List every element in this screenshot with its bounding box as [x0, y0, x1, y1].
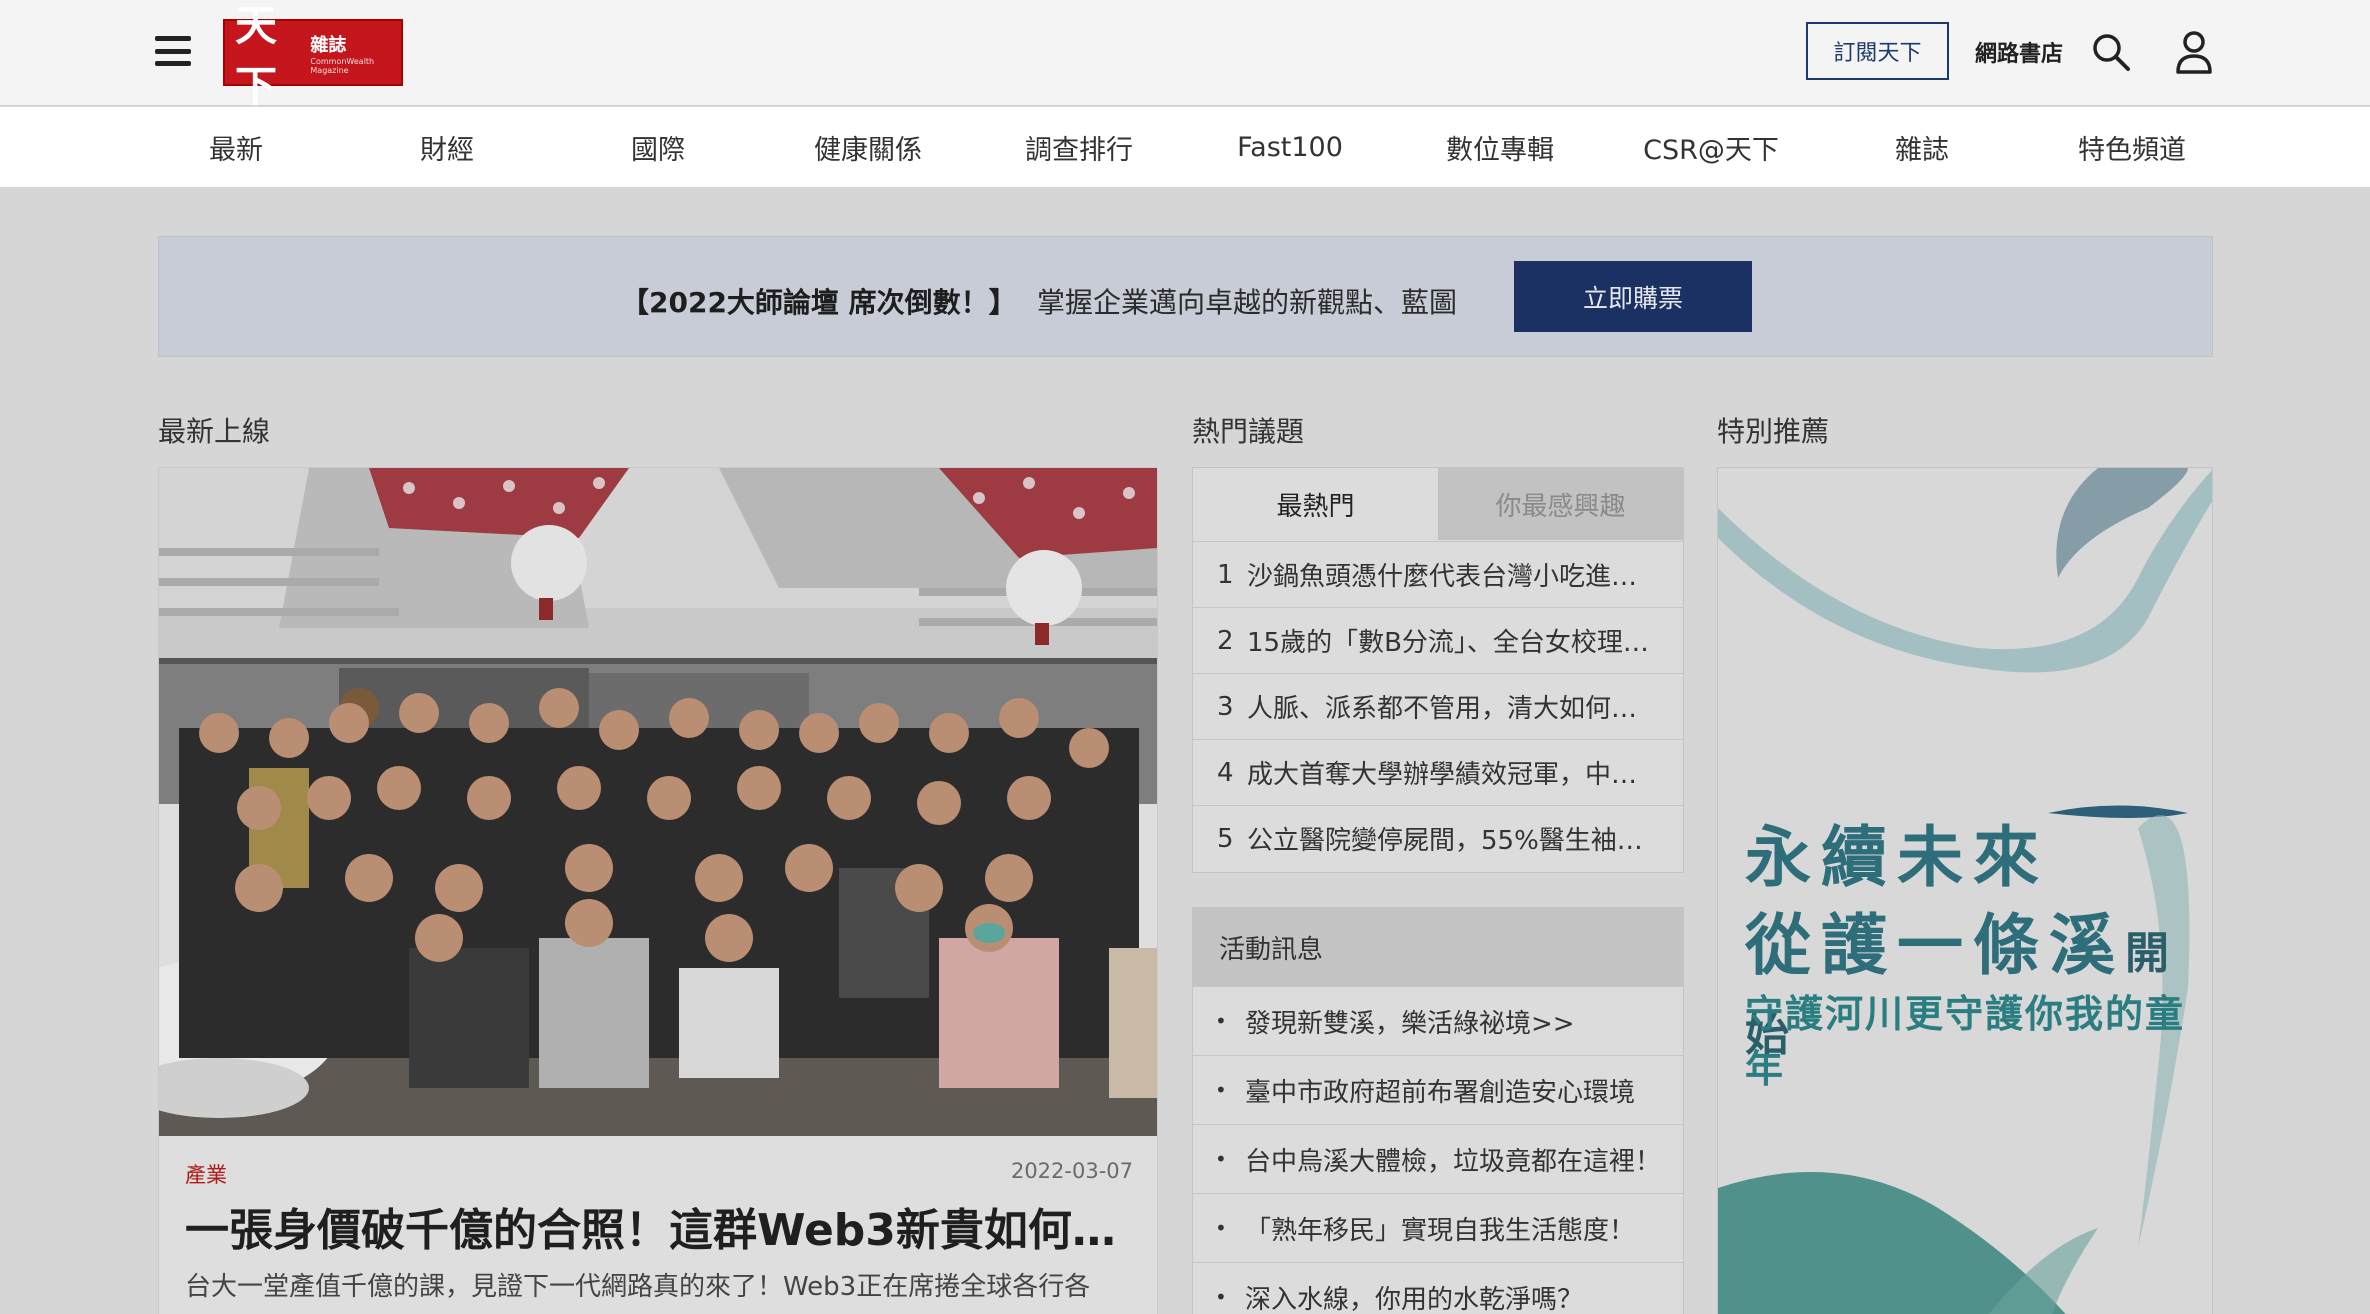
hot-item[interactable]: 4 成大首奪大學辦學績效冠軍，中… [1193, 739, 1683, 805]
nav-item-international[interactable]: 國際 [553, 107, 763, 187]
nav-item-fast100[interactable]: Fast100 [1185, 107, 1395, 187]
event-item[interactable]: • 臺中市政府超前布署創造安心環境 [1193, 1055, 1683, 1124]
promo-line3: 守護河川更守護你我的童年 [1745, 992, 2186, 1091]
tab-interests[interactable]: 你最感興趣 [1438, 468, 1683, 540]
event-item-text: 「熟年移民」實現自我生活態度！ [1245, 1215, 1636, 1246]
nav-item-digital[interactable]: 數位專輯 [1395, 107, 1605, 187]
latest-heading: 最新上線 [158, 415, 271, 448]
hot-item[interactable]: 2 15歲的「數B分流」、全台女校理… [1193, 607, 1683, 673]
hot-heading: 熱門議題 [1192, 415, 1305, 448]
hot-item[interactable]: 1 沙鍋魚頭憑什麼代表台灣小吃進… [1193, 541, 1683, 607]
events-box: 活動訊息 • 發現新雙溪，樂活綠祕境>> • 臺中市政府超前布署創造安心環境 • 台中… [1192, 907, 1684, 1314]
special-heading: 特別推薦 [1717, 415, 1830, 448]
logo-en-text: CommonWealth Magazine [310, 56, 375, 75]
hot-item-text: 人脈、派系都不管用，清大如何… [1247, 694, 1638, 724]
buy-ticket-button[interactable]: 立即購票 [1514, 261, 1752, 332]
subscribe-button[interactable]: 訂閱天下 [1806, 22, 1949, 80]
site-logo[interactable]: 天下 雜誌 CommonWealth Magazine [223, 1, 403, 111]
hot-item-number: 2 [1217, 625, 1234, 656]
nav-item-health[interactable]: 健康關係 [763, 107, 973, 187]
bullet-icon: • [1215, 1216, 1227, 1240]
event-item-text: 深入水線，你用的水乾淨嗎？ [1245, 1284, 1584, 1314]
nav-item-finance[interactable]: 財經 [342, 107, 552, 187]
bullet-icon: • [1215, 1078, 1227, 1102]
hot-item-number: 4 [1217, 757, 1234, 788]
hot-item-text: 15歲的「數B分流」、全台女校理… [1247, 628, 1649, 658]
nav-item-rankings[interactable]: 調查排行 [974, 107, 1184, 187]
events-heading: 活動訊息 [1193, 908, 1683, 986]
logo-sub-text: 雜誌 [310, 34, 347, 56]
event-item-text: 臺中市政府超前布署創造安心環境 [1245, 1077, 1636, 1108]
article-excerpt: 台大一堂產值千億的課，見證下一代網路真的來了！Web3正在席捲全球各行各 [185, 1272, 1091, 1302]
bullet-icon: • [1215, 1147, 1227, 1171]
event-banner[interactable]: 【2022大師論壇 席次倒數！】 掌握企業邁向卓越的新觀點、藍圖 立即購票 [158, 236, 2213, 357]
hot-item[interactable]: 3 人脈、派系都不管用，清大如何… [1193, 673, 1683, 739]
bullet-icon: • [1215, 1009, 1227, 1033]
special-promo-ad[interactable]: 永續未來 從護一條溪開始 守護河川更守護你我的童年 [1717, 467, 2213, 1314]
tab-most-popular[interactable]: 最熱門 [1193, 468, 1438, 540]
menu-icon[interactable] [155, 36, 191, 66]
user-icon[interactable] [2174, 30, 2214, 74]
article-title[interactable]: 一張身價破千億的合照！這群Web3新貴如何… [185, 1194, 1135, 1258]
bullet-icon: • [1215, 1285, 1227, 1309]
nav-item-magazine[interactable]: 雜誌 [1817, 107, 2027, 187]
hot-item[interactable]: 5 公立醫院變停屍間，55%醫生袖手… [1193, 805, 1683, 871]
banner-title: 【2022大師論壇 席次倒數！】 [621, 286, 1017, 319]
article-category[interactable]: 產業 [185, 1159, 227, 1189]
hot-topics-box: 最熱門 你最感興趣 1 沙鍋魚頭憑什麼代表台灣小吃進… 2 15歲的「數B分流」、全… [1192, 467, 1684, 873]
hot-item-text: 成大首奪大學辦學績效冠軍，中… [1247, 760, 1638, 790]
article-photo[interactable] [159, 468, 1157, 1136]
event-item[interactable]: • 「熟年移民」實現自我生活態度！ [1193, 1193, 1683, 1262]
site-header: 天下 雜誌 CommonWealth Magazine 訂閱天下 網路書店 [0, 0, 2370, 111]
hot-item-number: 3 [1217, 691, 1234, 722]
hot-item-text: 公立醫院變停屍間，55%醫生袖手… [1247, 826, 1657, 856]
search-icon[interactable] [2091, 32, 2131, 72]
hot-item-number: 5 [1217, 823, 1234, 854]
bookstore-link[interactable]: 網路書店 [1975, 36, 2063, 68]
featured-article-card[interactable]: 產業 2022-03-07 一張身價破千億的合照！這群Web3新貴如何… 台大一… [158, 467, 1158, 1314]
banner-text: 掌握企業邁向卓越的新觀點、藍圖 [1037, 286, 1458, 319]
promo-line2-text: 從護一條溪 [1745, 906, 2125, 984]
event-item[interactable]: • 發現新雙溪，樂活綠祕境>> [1193, 986, 1683, 1055]
event-item-text: 發現新雙溪，樂活綠祕境>> [1245, 1008, 1575, 1039]
hot-item-number: 1 [1217, 559, 1234, 590]
event-item[interactable]: • 深入水線，你用的水乾淨嗎？ [1193, 1262, 1683, 1314]
nav-item-csr[interactable]: CSR@天下 [1606, 107, 1816, 187]
main-nav: 最新 財經 國際 健康關係 調查排行 Fast100 數位專輯 CSR@天下 雜… [0, 107, 2370, 187]
event-item-text: 台中烏溪大體檢，垃圾竟都在這裡！ [1245, 1146, 1662, 1177]
nav-item-latest[interactable]: 最新 [131, 107, 341, 187]
promo-line1: 永續未來 [1745, 818, 2049, 896]
nav-item-channels[interactable]: 特色頻道 [2027, 107, 2237, 187]
logo-main-text: 天下 [235, 0, 277, 111]
hot-item-text: 沙鍋魚頭憑什麼代表台灣小吃進… [1247, 562, 1638, 592]
event-item[interactable]: • 台中烏溪大體檢，垃圾竟都在這裡！ [1193, 1124, 1683, 1193]
article-date: 2022-03-07 [1010, 1159, 1133, 1183]
